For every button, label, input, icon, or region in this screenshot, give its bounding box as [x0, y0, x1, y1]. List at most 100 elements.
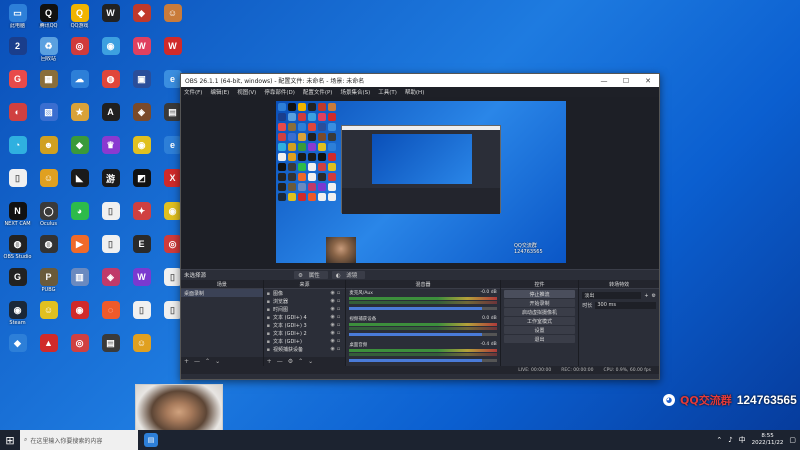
- desktop-icon[interactable]: ▣: [126, 68, 157, 101]
- input-method-icon[interactable]: 中: [739, 435, 746, 445]
- menu-item[interactable]: 场景集合(S): [340, 88, 370, 96]
- source-item[interactable]: ▪ 文本 (GDI+) ◉▫: [264, 337, 346, 345]
- desktop-icon[interactable]: 2: [2, 35, 33, 68]
- desktop-icon[interactable]: ◈: [95, 266, 126, 299]
- control-button[interactable]: 设置: [503, 326, 576, 334]
- lock-icon[interactable]: ▫: [337, 338, 342, 344]
- desktop-icon[interactable]: ▤: [95, 332, 126, 365]
- menu-item[interactable]: 停靠部件(D): [264, 88, 295, 96]
- desktop-icon[interactable]: ◍ OBS Studio: [2, 233, 33, 266]
- desktop-icon[interactable]: W: [126, 35, 157, 68]
- clock[interactable]: 8:55 2022/11/22: [752, 433, 784, 447]
- desktop-icon[interactable]: A: [95, 101, 126, 134]
- desktop-icon[interactable]: ▭ 此电脑: [2, 2, 33, 35]
- desktop-icon[interactable]: ♻ 回收站: [33, 35, 64, 68]
- remove-icon[interactable]: —: [194, 358, 200, 365]
- desktop-icon[interactable]: ☺: [33, 299, 64, 332]
- desktop-icon[interactable]: ◆: [2, 332, 33, 365]
- desktop-icon[interactable]: ◔: [2, 134, 33, 167]
- desktop-icon[interactable]: ☺: [33, 167, 64, 200]
- menu-item[interactable]: 配置文件(P): [303, 88, 333, 96]
- move-down-icon[interactable]: ⌄: [215, 358, 220, 365]
- control-button[interactable]: 工作室模式: [503, 317, 576, 325]
- lock-icon[interactable]: ▫: [337, 346, 342, 352]
- desktop-icon[interactable]: ◈: [126, 101, 157, 134]
- notification-icon[interactable]: ▢: [789, 436, 796, 444]
- desktop-icon[interactable]: Q QQ游戏: [64, 2, 95, 35]
- desktop-icon[interactable]: ♛: [95, 134, 126, 167]
- desktop-icon[interactable]: ◆: [64, 134, 95, 167]
- properties-button[interactable]: ⚙ 属性: [294, 271, 328, 279]
- desktop-icon[interactable]: ◉: [64, 299, 95, 332]
- desktop-icon[interactable]: ◉: [95, 35, 126, 68]
- lock-icon[interactable]: ▫: [337, 322, 342, 328]
- move-up-icon[interactable]: ⌃: [205, 358, 210, 365]
- desktop-icon[interactable]: 游: [95, 167, 126, 200]
- desktop-icon[interactable]: Q 腾讯QQ: [33, 2, 64, 35]
- desktop-icon[interactable]: ◍: [33, 233, 64, 266]
- source-item[interactable]: ▪ 文本 (GDI+) 2 ◉▫: [264, 329, 346, 337]
- source-item[interactable]: ▪ 视频捕获设备 ◉▫: [264, 345, 346, 353]
- remove-icon[interactable]: —: [277, 358, 283, 365]
- gear-icon[interactable]: ⚙: [652, 293, 656, 299]
- desktop-icon[interactable]: ☺: [126, 332, 157, 365]
- gear-icon[interactable]: ⚙: [288, 358, 293, 365]
- menu-item[interactable]: 帮助(H): [405, 88, 424, 96]
- desktop-icon[interactable]: ▥: [64, 266, 95, 299]
- desktop-icon[interactable]: ▯: [2, 167, 33, 200]
- lock-icon[interactable]: ▫: [337, 330, 342, 336]
- preview-canvas[interactable]: QQ交流群 124763565: [276, 101, 566, 263]
- close-icon[interactable]: ✕: [637, 77, 659, 85]
- source-item[interactable]: ▪ 时间图 ◉▫: [264, 305, 346, 313]
- transition-select[interactable]: 淡出: [582, 292, 642, 299]
- source-item[interactable]: ▪ 文本 (GDI+) 3 ◉▫: [264, 321, 346, 329]
- move-up-icon[interactable]: ⌃: [298, 358, 303, 365]
- desktop-icon[interactable]: G: [2, 68, 33, 101]
- lock-icon[interactable]: ▫: [337, 306, 342, 312]
- desktop-icon[interactable]: W: [95, 2, 126, 35]
- desktop-icon[interactable]: ◯ Oculus: [33, 200, 64, 233]
- minimize-icon[interactable]: —: [593, 77, 615, 85]
- control-button[interactable]: 退出: [503, 335, 576, 343]
- menu-item[interactable]: 编辑(E): [210, 88, 229, 96]
- desktop-icon[interactable]: ☻: [33, 134, 64, 167]
- menu-item[interactable]: 视图(V): [237, 88, 256, 96]
- volume-slider[interactable]: [349, 307, 497, 310]
- source-item[interactable]: ▪ 文本 (GDI+) 4 ◉▫: [264, 313, 346, 321]
- desktop-icon[interactable]: ▶: [64, 233, 95, 266]
- volume-slider[interactable]: [349, 359, 497, 362]
- volume-slider[interactable]: [349, 333, 497, 336]
- taskbar-search[interactable]: ⌕ 在这里输入你要搜索的内容: [20, 430, 138, 450]
- lock-icon[interactable]: ▫: [337, 290, 342, 296]
- desktop-icon[interactable]: ▦: [33, 68, 64, 101]
- desktop-icon[interactable]: W: [157, 35, 188, 68]
- control-button[interactable]: 开始录制: [503, 299, 576, 307]
- control-button[interactable]: 停止推流: [503, 290, 576, 298]
- desktop-icon[interactable]: ★: [64, 101, 95, 134]
- desktop-icon[interactable]: P PUBG: [33, 266, 64, 299]
- desktop-icon[interactable]: ◩: [126, 167, 157, 200]
- desktop-icon[interactable]: ◉ Steam: [2, 299, 33, 332]
- menu-item[interactable]: 工具(T): [378, 88, 397, 96]
- desktop-icon[interactable]: ◌: [95, 299, 126, 332]
- desktop-icon[interactable]: ◕: [64, 200, 95, 233]
- desktop-icon[interactable]: ▯: [95, 233, 126, 266]
- task-view-icon[interactable]: ▤: [144, 433, 158, 447]
- move-down-icon[interactable]: ⌄: [308, 358, 313, 365]
- tray-arrow-icon[interactable]: ⌃: [716, 436, 722, 444]
- lock-icon[interactable]: ▫: [337, 314, 342, 320]
- desktop-icon[interactable]: ◎: [64, 35, 95, 68]
- desktop-icon[interactable]: G: [2, 266, 33, 299]
- desktop-icon[interactable]: E: [126, 233, 157, 266]
- scene-item[interactable]: 桌面录制: [181, 289, 263, 297]
- desktop-icon[interactable]: ☁: [64, 68, 95, 101]
- desktop-icon[interactable]: ◣: [64, 167, 95, 200]
- desktop-icon[interactable]: ◆: [126, 2, 157, 35]
- source-item[interactable]: ▪ 图像 ◉▫: [264, 289, 346, 297]
- desktop-icon[interactable]: ▯: [126, 299, 157, 332]
- desktop-icon[interactable]: ✦: [126, 200, 157, 233]
- desktop-icon[interactable]: ◐: [2, 101, 33, 134]
- desktop-icon[interactable]: ▲: [33, 332, 64, 365]
- desktop-icon[interactable]: ▯: [95, 200, 126, 233]
- add-icon[interactable]: +: [184, 358, 189, 365]
